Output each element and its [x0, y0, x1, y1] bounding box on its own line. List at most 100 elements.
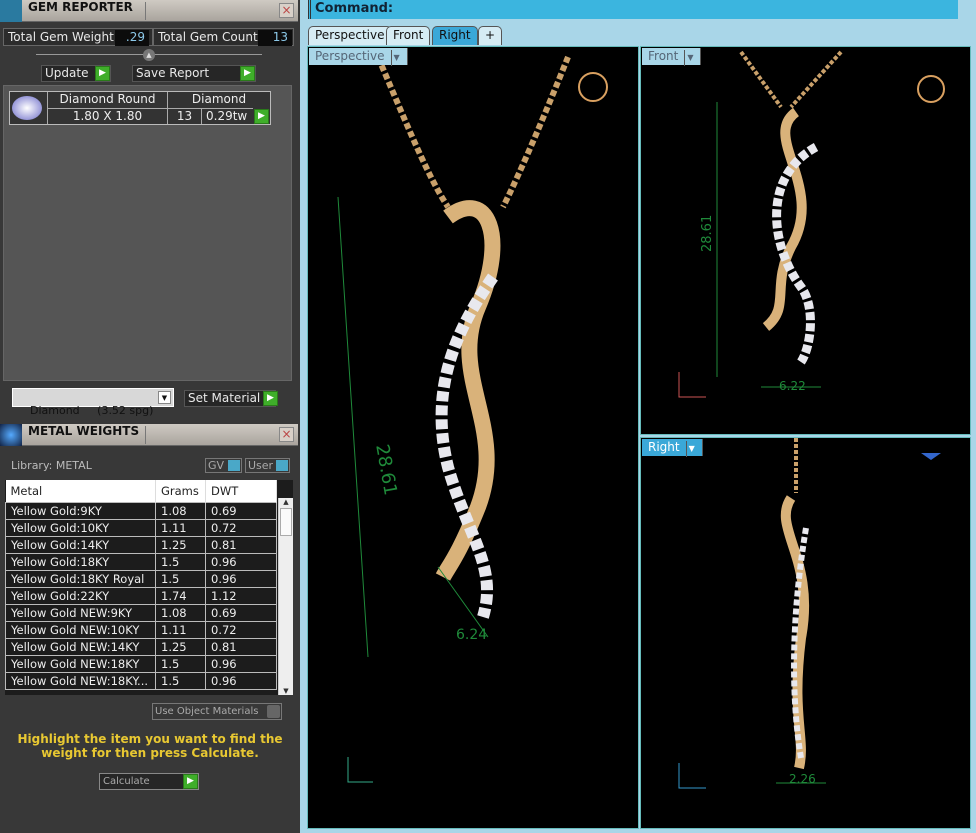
- gem-weight: 0.29tw: [201, 108, 253, 124]
- chevron-down-icon: ▼: [390, 50, 401, 66]
- dwt-value: 0.69: [205, 501, 277, 520]
- column-header-dwt[interactable]: DWT: [205, 480, 277, 502]
- viewport-front[interactable]: 28.61 6.22 Front ▼: [640, 46, 971, 435]
- grams-value: 1.08: [155, 501, 206, 520]
- save-report-go-icon[interactable]: ▶: [240, 66, 255, 81]
- gem-go-icon[interactable]: ▶: [254, 109, 269, 124]
- gem-row[interactable]: Diamond Round 1.80 X 1.80 Diamond 13 0.2…: [9, 91, 271, 125]
- metal-table: Metal Grams DWT Yellow Gold:9KY 1.08 0.69 Y…: [5, 480, 277, 690]
- metal-table-container: Metal Grams DWT Yellow Gold:9KY 1.08 0.69 Y…: [5, 480, 293, 695]
- material-select[interactable]: Diamond (3.52 spg) ▼: [12, 388, 174, 417]
- total-gem-count-value: 13: [258, 30, 292, 46]
- metal-name: Yellow Gold NEW:9KY: [5, 603, 156, 622]
- table-row[interactable]: Yellow Gold NEW:9KY 1.08 0.69: [5, 603, 277, 622]
- user-toggle[interactable]: User: [245, 458, 290, 473]
- chevron-down-icon: ▼: [684, 50, 694, 66]
- right-render: 2.26: [678, 438, 941, 789]
- metal-name: Yellow Gold:14KY: [5, 535, 156, 554]
- column-header-metal[interactable]: Metal: [5, 480, 156, 502]
- table-row[interactable]: Yellow Gold NEW:18KY... 1.5 0.96: [5, 671, 277, 690]
- diamond-icon: [12, 96, 42, 120]
- viewport-label-front[interactable]: Front ▼: [642, 48, 702, 66]
- total-gem-weight-value: .29: [115, 30, 149, 46]
- update-label: Update: [45, 66, 89, 80]
- table-row[interactable]: Yellow Gold:22KY 1.74 1.12: [5, 586, 277, 605]
- column-header-grams[interactable]: Grams: [155, 480, 206, 502]
- gem-list: Diamond Round 1.80 X 1.80 Diamond 13 0.2…: [3, 85, 292, 381]
- dimension-width: 6.22: [779, 379, 806, 393]
- tab-front[interactable]: Front: [386, 26, 431, 45]
- metal-name: Yellow Gold:18KY: [5, 552, 156, 571]
- table-row[interactable]: Yellow Gold:14KY 1.25 0.81: [5, 535, 277, 554]
- calculate-go-icon[interactable]: ▶: [183, 774, 198, 789]
- dwt-value: 0.96: [205, 671, 277, 690]
- ring-icon: [578, 72, 608, 102]
- gem-size: 1.80 X 1.80: [47, 108, 167, 124]
- table-row[interactable]: Yellow Gold:18KY Royal 1.5 0.96: [5, 569, 277, 588]
- grams-value: 1.25: [155, 637, 206, 656]
- dwt-value: 0.81: [205, 535, 277, 554]
- gv-toggle[interactable]: GV: [205, 458, 242, 473]
- dimension-height: 28.61: [700, 215, 715, 252]
- close-icon[interactable]: ×: [279, 427, 294, 442]
- metal-name: Yellow Gold:18KY Royal: [5, 569, 156, 588]
- tab-right[interactable]: Right: [432, 26, 478, 45]
- table-row[interactable]: Yellow Gold:10KY 1.11 0.72: [5, 518, 277, 537]
- viewport-perspective[interactable]: 28.61 6.24 Perspective ▼: [307, 46, 639, 829]
- table-row[interactable]: Yellow Gold NEW:18KY 1.5 0.96: [5, 654, 277, 673]
- viewport-label-text: Right: [648, 440, 680, 454]
- material-select-value: Diamond (3.52 spg): [30, 404, 154, 417]
- viewport-right[interactable]: 2.26 Right ▼: [640, 437, 971, 829]
- tab-perspective[interactable]: Perspective: [308, 26, 392, 45]
- command-label: Command:: [315, 1, 394, 16]
- grams-value: 1.25: [155, 535, 206, 554]
- table-row[interactable]: Yellow Gold:18KY 1.5 0.96: [5, 552, 277, 571]
- set-material-go-icon[interactable]: ▶: [263, 391, 278, 406]
- dwt-value: 1.12: [205, 586, 277, 605]
- save-report-button[interactable]: Save Report: [132, 65, 256, 82]
- table-row[interactable]: Yellow Gold NEW:10KY 1.11 0.72: [5, 620, 277, 639]
- collapse-handle[interactable]: ▲: [143, 49, 155, 61]
- gem-material: Diamond: [167, 92, 270, 108]
- user-label: User: [248, 459, 274, 472]
- viewport-label-text: Front: [648, 49, 679, 63]
- dwt-value: 0.72: [205, 620, 277, 639]
- library-label: Library: METAL: [11, 459, 92, 472]
- dwt-value: 0.81: [205, 637, 277, 656]
- metal-name: Yellow Gold NEW:18KY...: [5, 671, 156, 690]
- metal-name: Yellow Gold NEW:14KY: [5, 637, 156, 656]
- front-render: 28.61 6.22: [678, 50, 945, 398]
- chevron-down-icon: ▼: [158, 391, 171, 404]
- gv-label: GV: [208, 459, 225, 472]
- close-icon[interactable]: ×: [279, 3, 294, 18]
- dimension-width: 2.26: [789, 772, 816, 786]
- grams-value: 1.11: [155, 620, 206, 639]
- grams-value: 1.5: [155, 654, 206, 673]
- add-tab-button[interactable]: +: [478, 26, 503, 45]
- gem-count: 13: [167, 108, 201, 124]
- grams-value: 1.5: [155, 671, 206, 690]
- table-row[interactable]: Yellow Gold:9KY 1.08 0.69: [5, 501, 277, 520]
- viewport-label-text: Perspective: [315, 49, 385, 63]
- set-material-label: Set Material: [188, 391, 261, 405]
- command-bar[interactable]: Command:: [308, 0, 958, 19]
- table-row[interactable]: Yellow Gold NEW:14KY 1.25 0.81: [5, 637, 277, 656]
- metal-name: Yellow Gold:22KY: [5, 586, 156, 605]
- metal-name: Yellow Gold NEW:10KY: [5, 620, 156, 639]
- use-object-materials-label: Use Object Materials: [155, 706, 259, 717]
- grams-value: 1.74: [155, 586, 206, 605]
- grams-value: 1.5: [155, 569, 206, 588]
- gem-name: Diamond Round: [47, 92, 167, 108]
- dimension-width: 6.24: [456, 627, 487, 643]
- perspective-render: 28.61 6.24: [337, 55, 608, 783]
- use-object-materials-toggle[interactable]: Use Object Materials: [152, 703, 282, 720]
- metal-weights-header: METAL WEIGHTS ×: [0, 424, 298, 446]
- scrollbar[interactable]: ▲ ▼: [278, 498, 293, 695]
- dwt-value: 0.96: [205, 569, 277, 588]
- viewport-label-perspective[interactable]: Perspective ▼: [309, 48, 408, 66]
- metal-name: Yellow Gold:9KY: [5, 501, 156, 520]
- viewport-label-right[interactable]: Right ▼: [642, 439, 703, 457]
- left-panel: GEM REPORTER × Total Gem Weight .29 Tota…: [0, 0, 300, 833]
- update-go-icon[interactable]: ▶: [95, 66, 110, 81]
- main-area: Command: Perspective Front Right + 28.61…: [300, 0, 976, 833]
